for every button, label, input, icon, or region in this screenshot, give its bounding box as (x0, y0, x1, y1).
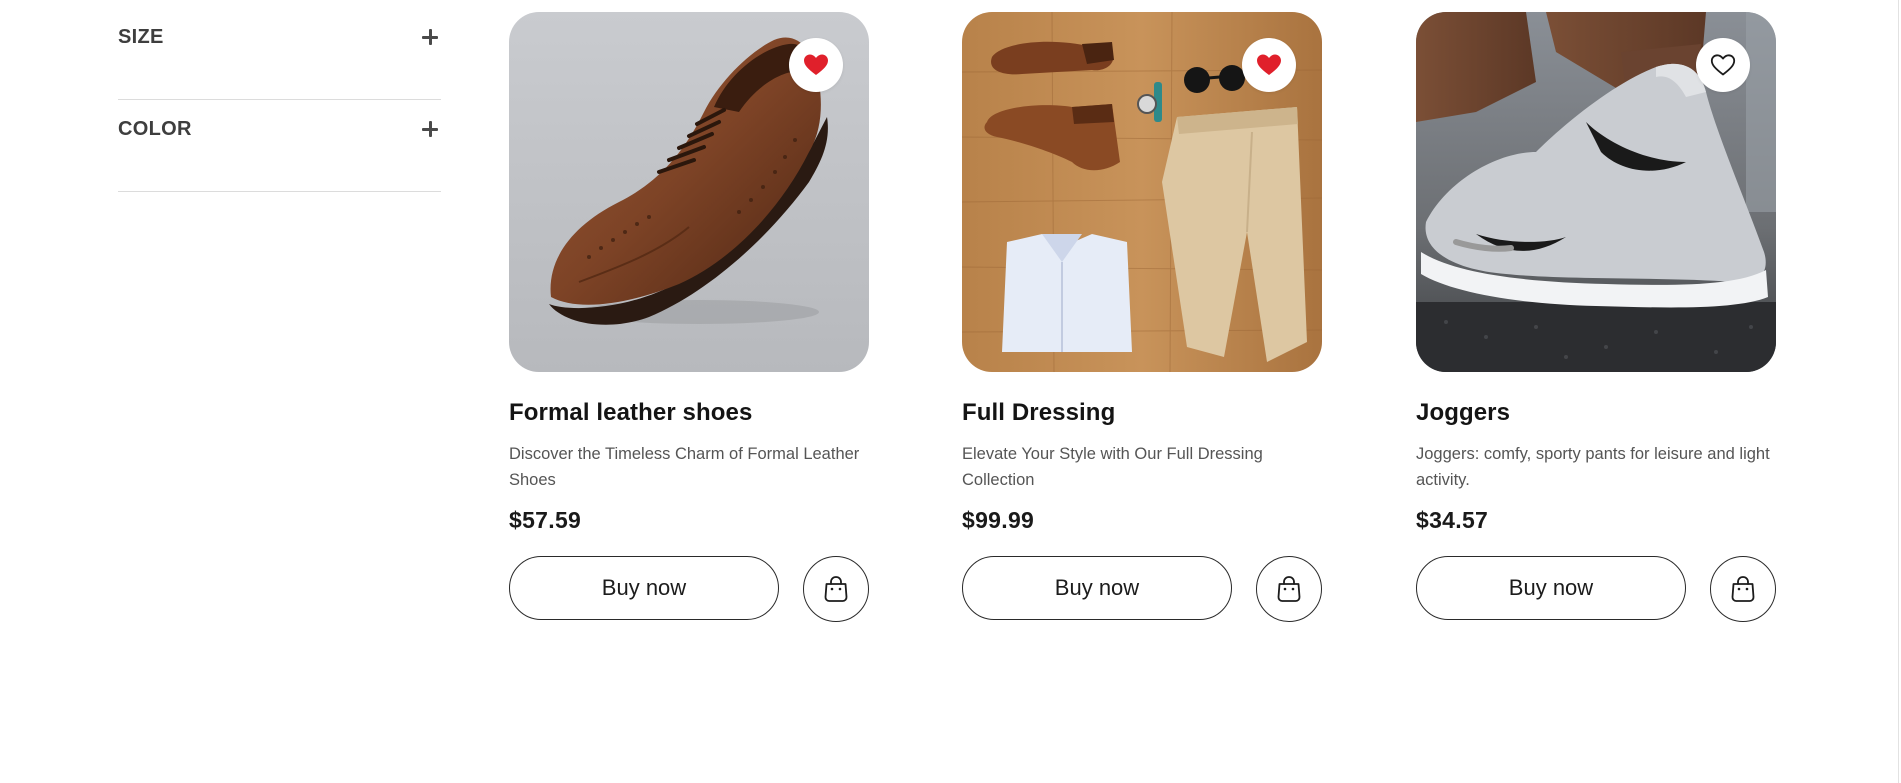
product-actions: Buy now (509, 556, 869, 624)
favorite-button[interactable] (789, 38, 843, 92)
add-to-cart-button[interactable] (1710, 556, 1776, 622)
filter-sidebar: SIZE COLOR (118, 8, 441, 192)
shopping-bag-icon (1731, 576, 1755, 602)
product-card: Full Dressing Elevate Your Style with Ou… (962, 12, 1322, 624)
heart-icon (1257, 54, 1281, 75)
favorite-button[interactable] (1242, 38, 1296, 92)
product-card: Formal leather shoes Discover the Timele… (509, 12, 869, 624)
add-to-cart-button[interactable] (1256, 556, 1322, 622)
filter-color-label: COLOR (118, 118, 192, 140)
heart-icon (1710, 54, 1736, 76)
product-description: Elevate Your Style with Our Full Dressin… (962, 445, 1263, 489)
product-image[interactable] (1416, 12, 1776, 372)
heart-icon (804, 54, 828, 75)
product-price: $57.59 (509, 507, 582, 533)
favorite-button[interactable] (1696, 38, 1750, 92)
product-actions: Buy now (1416, 556, 1776, 624)
filter-color[interactable]: COLOR (118, 100, 441, 192)
plus-icon[interactable] (419, 26, 441, 48)
filter-size[interactable]: SIZE (118, 8, 441, 100)
product-actions: Buy now (962, 556, 1322, 624)
plus-icon[interactable] (419, 118, 441, 140)
product-price: $99.99 (962, 507, 1035, 533)
product-description: Discover the Timeless Charm of Formal Le… (509, 445, 860, 489)
buy-now-button[interactable]: Buy now (962, 556, 1232, 620)
product-title[interactable]: Formal leather shoes (509, 399, 869, 427)
product-title[interactable]: Full Dressing (962, 399, 1322, 427)
shopping-bag-icon (1277, 576, 1301, 602)
product-card: Joggers Joggers: comfy, sporty pants for… (1416, 12, 1776, 624)
product-image[interactable] (509, 12, 869, 372)
product-description: Joggers: comfy, sporty pants for leisure… (1416, 445, 1770, 489)
buy-now-button[interactable]: Buy now (509, 556, 779, 620)
product-image[interactable] (962, 12, 1322, 372)
filter-size-label: SIZE (118, 26, 164, 48)
product-price: $34.57 (1416, 507, 1489, 533)
buy-now-button[interactable]: Buy now (1416, 556, 1686, 620)
product-title[interactable]: Joggers (1416, 399, 1776, 427)
page-edge-divider (1898, 0, 1899, 783)
shopping-bag-icon (824, 576, 848, 602)
add-to-cart-button[interactable] (803, 556, 869, 622)
